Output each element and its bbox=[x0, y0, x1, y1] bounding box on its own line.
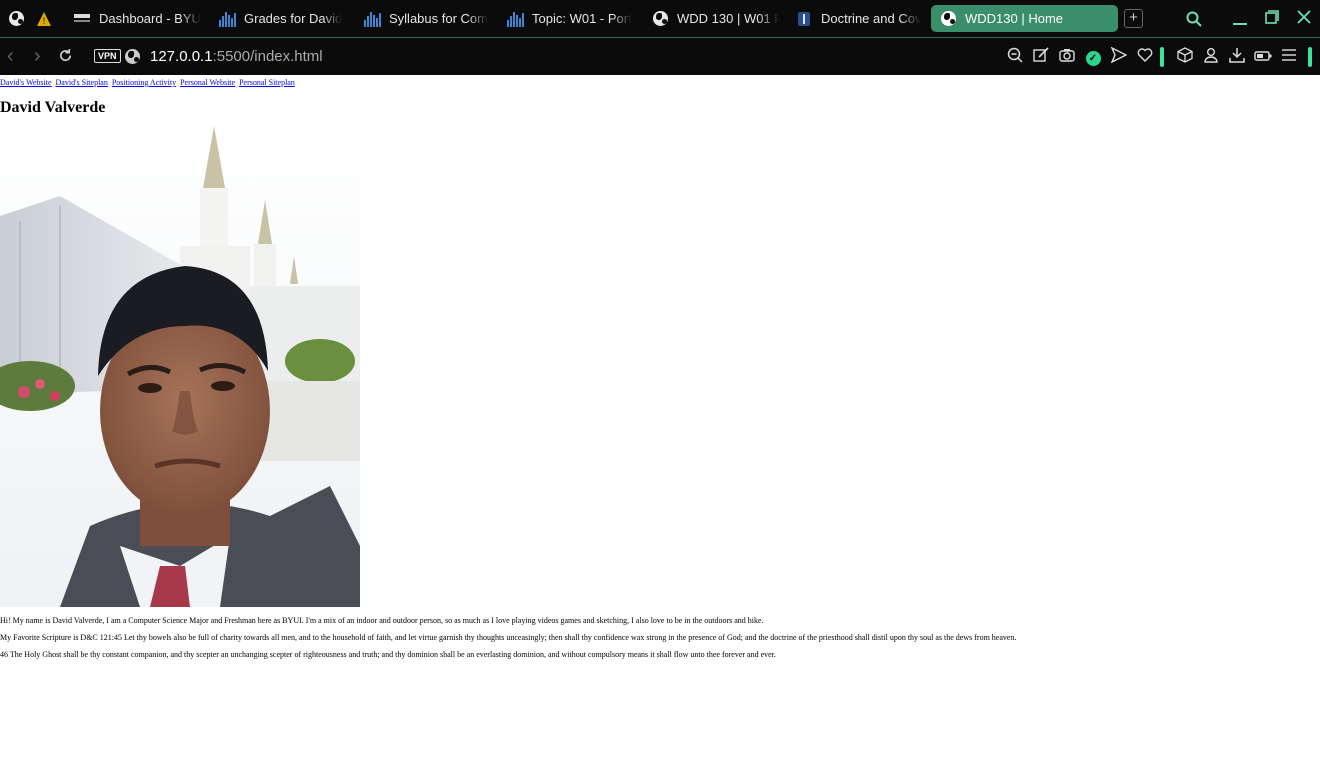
camera-icon[interactable] bbox=[1054, 48, 1080, 66]
url-path: :5500/index.html bbox=[212, 48, 323, 65]
edit-icon[interactable] bbox=[1028, 47, 1054, 67]
globe-icon bbox=[651, 10, 669, 28]
site-info-icon[interactable] bbox=[125, 49, 140, 69]
tab-label: WDD 130 | W01 P bbox=[677, 11, 779, 26]
tab-pinned-1[interactable] bbox=[7, 5, 27, 32]
bars-icon bbox=[363, 10, 381, 28]
link-personal-website[interactable]: Personal Website bbox=[180, 78, 235, 87]
page-content: David's Website David's Siteplan Positio… bbox=[0, 75, 1320, 767]
tab-label: Doctrine and Cov bbox=[821, 11, 922, 26]
tab-label: Topic: W01 - Port bbox=[532, 11, 632, 26]
byu-logo-icon bbox=[73, 10, 91, 28]
tab-wdd130-w01[interactable]: WDD 130 | W01 P bbox=[651, 5, 779, 32]
toolbar-divider bbox=[1160, 47, 1164, 67]
tab-strip: ! Dashboard - BYU Grades for David Sylla… bbox=[0, 0, 1320, 38]
bars-icon bbox=[506, 10, 524, 28]
toolbar-icons: ✓ bbox=[1002, 45, 1320, 69]
profile-photo bbox=[0, 126, 360, 607]
svg-text:!: ! bbox=[43, 16, 46, 26]
scripture-paragraph-continued: 46 The Holy Ghost shall be thy constant … bbox=[0, 650, 776, 659]
new-tab-button[interactable]: + bbox=[1124, 9, 1143, 28]
warning-icon: ! bbox=[35, 10, 53, 28]
page-title: David Valverde bbox=[0, 99, 106, 116]
tab-topic[interactable]: Topic: W01 - Port bbox=[506, 5, 634, 32]
nav-links: David's Website David's Siteplan Positio… bbox=[0, 78, 297, 87]
tab-label: Dashboard - BYU bbox=[99, 11, 201, 26]
link-positioning-activity[interactable]: Positioning Activity bbox=[112, 78, 176, 87]
link-davids-siteplan[interactable]: David's Siteplan bbox=[56, 78, 108, 87]
restore-icon[interactable] bbox=[1265, 6, 1279, 30]
globe-icon bbox=[7, 10, 25, 28]
intro-paragraph: Hi! My name is David Valverde, I am a Co… bbox=[0, 616, 764, 625]
send-icon[interactable] bbox=[1106, 46, 1132, 67]
vpn-badge[interactable]: VPN bbox=[94, 49, 121, 63]
link-personal-siteplan[interactable]: Personal Siteplan bbox=[239, 78, 295, 87]
forward-icon[interactable]: › bbox=[34, 46, 41, 66]
bars-icon bbox=[218, 10, 236, 28]
globe-icon bbox=[939, 10, 957, 28]
heart-icon[interactable] bbox=[1132, 48, 1158, 66]
url-field[interactable]: 127.0.0.1:5500/index.html bbox=[150, 48, 323, 65]
zoom-out-icon[interactable] bbox=[1002, 47, 1028, 67]
shield-check-icon[interactable]: ✓ bbox=[1080, 48, 1106, 66]
sidebar-toggle[interactable] bbox=[1308, 47, 1312, 67]
tab-syllabus[interactable]: Syllabus for Com bbox=[363, 5, 491, 32]
cube-icon[interactable] bbox=[1172, 47, 1198, 67]
close-icon[interactable] bbox=[1297, 6, 1311, 30]
menu-icon[interactable] bbox=[1276, 48, 1302, 66]
tab-pinned-2[interactable]: ! bbox=[35, 5, 55, 32]
tab-dashboard[interactable]: Dashboard - BYU bbox=[73, 5, 201, 32]
tab-label: Syllabus for Com bbox=[389, 11, 488, 26]
battery-icon[interactable] bbox=[1250, 49, 1276, 66]
tab-wdd130-home[interactable]: WDD130 | Home bbox=[931, 5, 1118, 32]
tab-grades[interactable]: Grades for David bbox=[218, 5, 346, 32]
tab-label: WDD130 | Home bbox=[965, 11, 1064, 26]
url-host: 127.0.0.1 bbox=[150, 48, 213, 65]
minimize-icon[interactable] bbox=[1232, 6, 1248, 33]
download-icon[interactable] bbox=[1224, 47, 1250, 67]
scripture-icon bbox=[795, 10, 813, 28]
tab-label: Grades for David bbox=[244, 11, 343, 26]
search-tabs-icon[interactable] bbox=[1186, 6, 1202, 33]
back-icon[interactable]: ‹ bbox=[7, 46, 14, 66]
scripture-paragraph: My Favorite Scripture is D&C 121:45 Let … bbox=[0, 633, 1017, 642]
profile-icon[interactable] bbox=[1198, 47, 1224, 67]
tab-doctrine-covenants[interactable]: Doctrine and Cov bbox=[795, 5, 923, 32]
link-davids-website[interactable]: David's Website bbox=[0, 78, 52, 87]
reload-icon[interactable] bbox=[58, 47, 73, 67]
address-toolbar: ‹ › VPN 127.0.0.1:5500/index.html ✓ bbox=[0, 38, 1320, 75]
